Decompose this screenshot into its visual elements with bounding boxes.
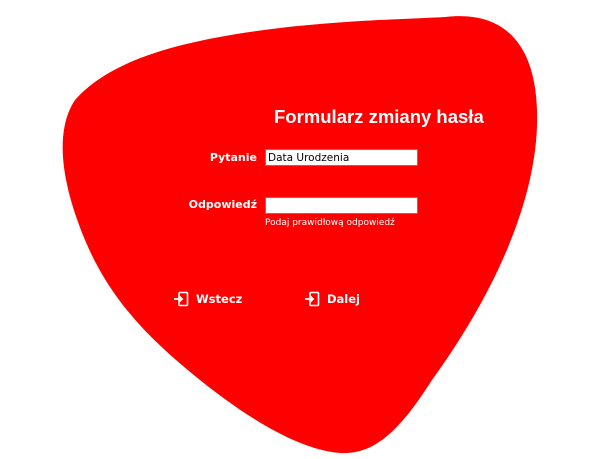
question-field[interactable] bbox=[265, 149, 418, 166]
next-button-label: Dalej bbox=[327, 292, 360, 306]
back-button-label: Wstecz bbox=[196, 292, 243, 306]
answer-field[interactable] bbox=[265, 197, 418, 214]
question-label: Pytanie bbox=[209, 151, 257, 164]
answer-hint: Podaj prawidłową odpowiedź bbox=[265, 218, 395, 228]
login-arrow-icon bbox=[305, 291, 320, 307]
back-button[interactable]: Wstecz bbox=[173, 291, 242, 307]
red-blob-background bbox=[62, 16, 538, 454]
page-title: Formularz zmiany hasła bbox=[274, 106, 484, 127]
answer-label: Odpowiedź bbox=[188, 198, 257, 211]
blob-shape bbox=[62, 16, 538, 454]
next-button[interactable]: Dalej bbox=[304, 291, 360, 307]
login-arrow-icon bbox=[174, 291, 189, 307]
